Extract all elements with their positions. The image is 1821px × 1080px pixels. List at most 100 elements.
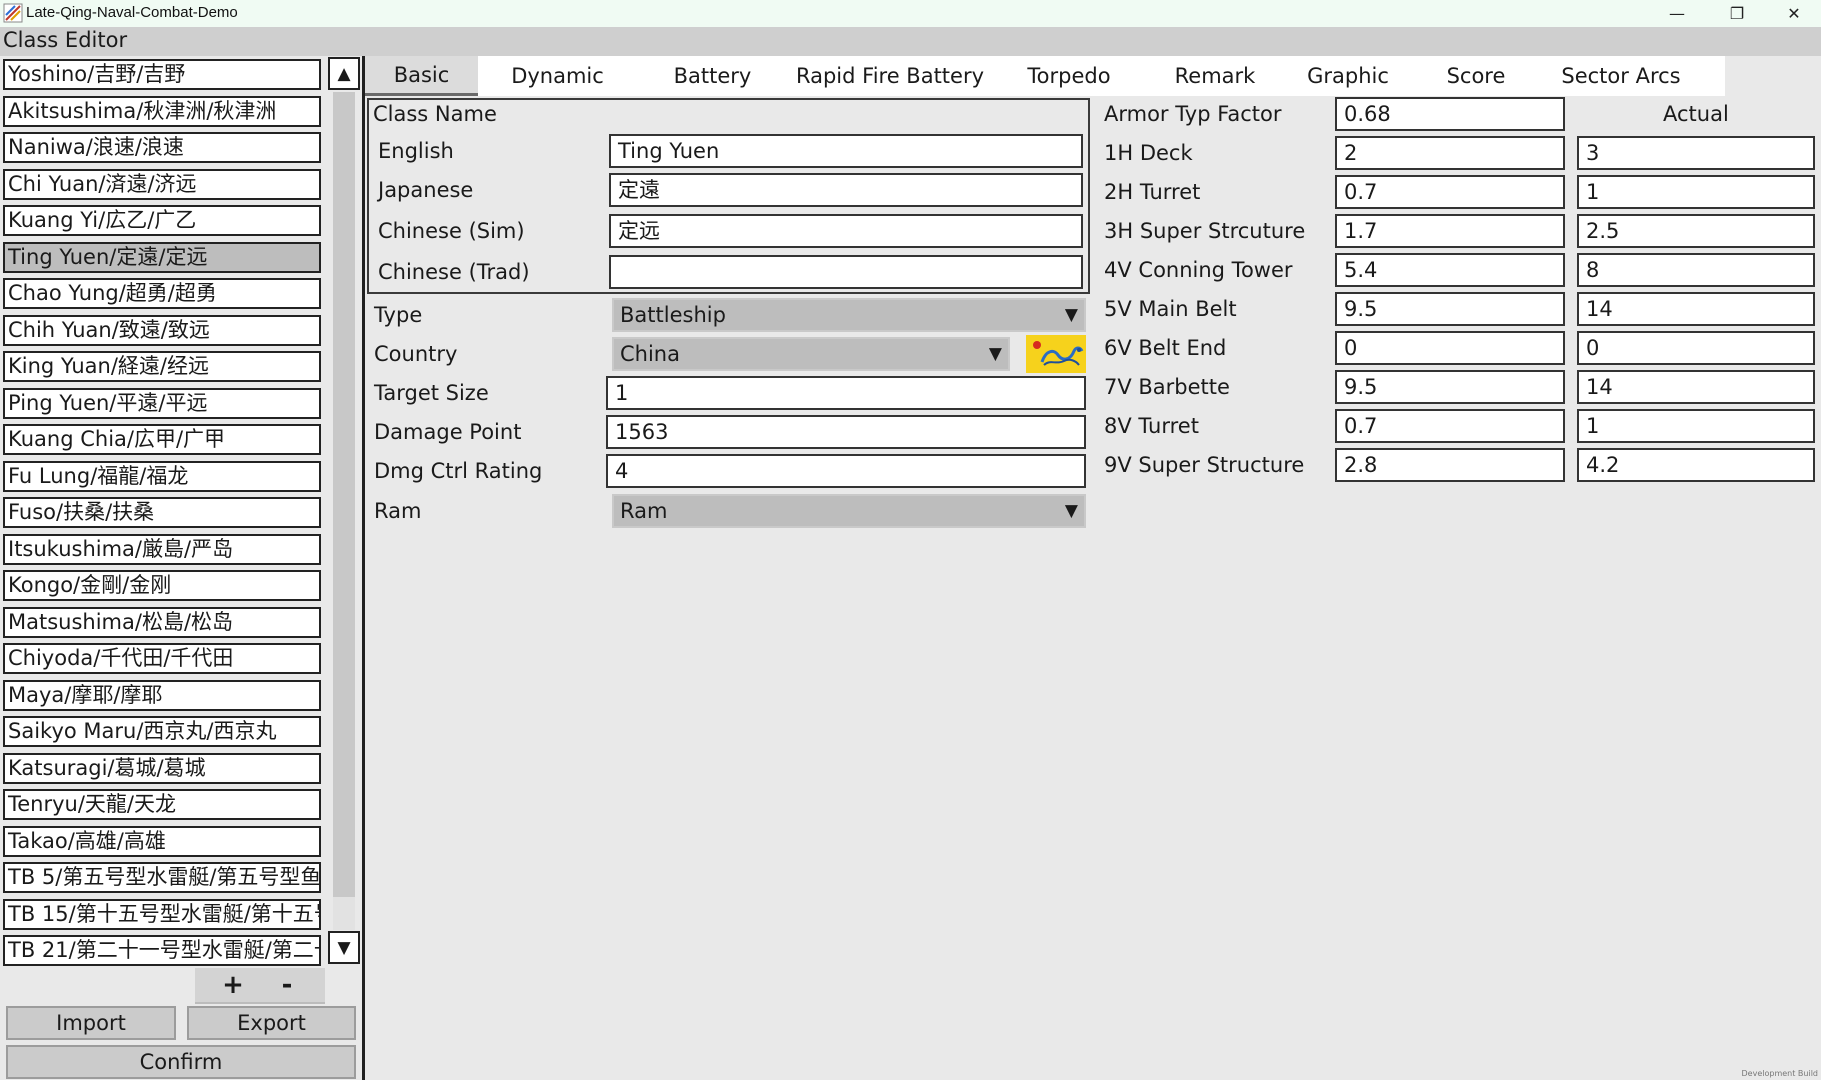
armor-value-field[interactable]: 2 [1335, 136, 1565, 170]
ship-list-item[interactable]: Chi Yuan/済遠/济远 [3, 168, 321, 200]
type-dropdown[interactable]: Battleship ▼ [612, 298, 1086, 332]
ram-label: Ram [374, 499, 422, 523]
ship-list-item[interactable]: Tenryu/天龍/天龙 [3, 789, 321, 820]
ship-list-item[interactable]: Kuang Yi/広乙/广乙 [3, 205, 321, 236]
ship-list-item[interactable]: Ping Yuen/平遠/平远 [3, 387, 321, 419]
armor-value-field[interactable]: 1.7 [1335, 214, 1565, 248]
damage-point-label: Damage Point [374, 420, 522, 444]
armor-value-field[interactable]: 0.7 [1335, 175, 1565, 209]
qing-dragon-flag-icon [1026, 335, 1086, 373]
dmg-ctrl-rating-label: Dmg Ctrl Rating [374, 459, 543, 483]
tab-dynamic[interactable]: Dynamic [485, 56, 630, 96]
tab-bar: Basic Dynamic Battery Rapid Fire Battery… [365, 56, 1725, 96]
export-button[interactable]: Export [187, 1006, 356, 1040]
remove-class-button[interactable]: - [259, 968, 315, 1002]
class-sidebar: Yoshino/吉野/吉野 Akitsushima/秋津洲/秋津洲 Naniwa… [0, 56, 362, 1080]
armor-actual-field[interactable]: 0 [1577, 331, 1815, 365]
confirm-button[interactable]: Confirm [6, 1045, 356, 1079]
ship-class-list[interactable]: Yoshino/吉野/吉野 Akitsushima/秋津洲/秋津洲 Naniwa… [3, 59, 321, 969]
armor-value-field[interactable]: 0 [1335, 331, 1565, 365]
chinese-trad-name-field[interactable] [609, 255, 1083, 289]
ship-list-item[interactable]: TB 21/第二十一号型水雷艇/第二十 [3, 935, 321, 966]
editor-title: Class Editor [3, 28, 128, 52]
add-remove-group: + - [195, 968, 325, 1004]
armor-actual-field[interactable]: 1 [1577, 409, 1815, 443]
armor-row-label: 1H Deck [1104, 141, 1193, 165]
ship-list-item[interactable]: King Yuan/経遠/经远 [3, 351, 321, 382]
scroll-up-button[interactable]: ▲ [328, 57, 360, 90]
ship-list-item[interactable]: Takao/高雄/高雄 [3, 825, 321, 857]
tab-battery[interactable]: Battery [640, 56, 785, 96]
damage-point-field[interactable]: 1563 [606, 415, 1086, 449]
armor-factor-label: Armor Typ Factor [1104, 102, 1282, 126]
english-name-field[interactable]: Ting Yuen [609, 134, 1083, 168]
ship-list-item[interactable]: Chih Yuan/致遠/致远 [3, 314, 321, 346]
armor-row-label: 5V Main Belt [1104, 297, 1237, 321]
window-title: Late-Qing-Naval-Combat-Demo [26, 4, 238, 21]
ship-list-item[interactable]: Kongo/金剛/金刚 [3, 570, 321, 601]
chevron-down-icon: ▼ [988, 344, 1002, 364]
type-dropdown-value: Battleship [620, 303, 726, 327]
ship-list-item-selected[interactable]: Ting Yuen/定遠/定远 [3, 241, 321, 273]
dmg-ctrl-rating-field[interactable]: 4 [606, 454, 1086, 488]
chinese-trad-label: Chinese (Trad) [378, 260, 530, 284]
ship-list-item[interactable]: Itsukushima/厳島/严岛 [3, 533, 321, 565]
ram-dropdown[interactable]: Ram ▼ [612, 494, 1086, 528]
armor-value-field[interactable]: 9.5 [1335, 370, 1565, 404]
ship-list-item[interactable]: Saikyo Maru/西京丸/西京丸 [3, 716, 321, 747]
chinese-sim-name-field[interactable]: 定远 [609, 214, 1083, 248]
ship-list-item[interactable]: Akitsushima/秋津洲/秋津洲 [3, 95, 321, 127]
add-class-button[interactable]: + [205, 968, 261, 1002]
ship-list-item[interactable]: Naniwa/浪速/浪速 [3, 132, 321, 163]
close-button[interactable]: ✕ [1770, 0, 1818, 27]
armor-factor-field[interactable]: 0.68 [1335, 97, 1565, 131]
maximize-button[interactable]: ❐ [1713, 0, 1761, 27]
armor-actual-field[interactable]: 4.2 [1577, 448, 1815, 482]
armor-value-field[interactable]: 5.4 [1335, 253, 1565, 287]
import-button[interactable]: Import [6, 1006, 176, 1040]
ship-list-item[interactable]: Kuang Chia/広甲/广甲 [3, 424, 321, 455]
scroll-down-button[interactable]: ▼ [328, 931, 360, 964]
english-label: English [378, 139, 454, 163]
armor-row-label: 9V Super Structure [1104, 453, 1305, 477]
armor-value-field[interactable]: 0.7 [1335, 409, 1565, 443]
ship-list-item[interactable]: Chao Yung/超勇/超勇 [3, 278, 321, 309]
country-dropdown[interactable]: China ▼ [612, 337, 1010, 371]
japanese-label: Japanese [378, 178, 474, 202]
tab-sector-arcs[interactable]: Sector Arcs [1541, 56, 1701, 96]
list-scrollbar-thumb[interactable] [333, 92, 355, 897]
target-size-field[interactable]: 1 [606, 376, 1086, 410]
ship-list-item[interactable]: Matsushima/松島/松岛 [3, 606, 321, 638]
armor-value-field[interactable]: 9.5 [1335, 292, 1565, 326]
tab-rapid-fire-battery[interactable]: Rapid Fire Battery [785, 56, 995, 96]
ship-list-item[interactable]: Chiyoda/千代田/千代田 [3, 643, 321, 674]
tab-torpedo[interactable]: Torpedo [1003, 56, 1135, 96]
armor-actual-field[interactable]: 3 [1577, 136, 1815, 170]
ship-list-item[interactable]: TB 5/第五号型水雷艇/第五号型鱼雷 [3, 862, 321, 893]
armor-actual-field[interactable]: 2.5 [1577, 214, 1815, 248]
armor-value-field[interactable]: 2.8 [1335, 448, 1565, 482]
armor-actual-field[interactable]: 8 [1577, 253, 1815, 287]
tab-score[interactable]: Score [1411, 56, 1541, 96]
ship-list-item[interactable]: Fuso/扶桑/扶桑 [3, 497, 321, 528]
country-dropdown-value: China [620, 342, 680, 366]
ship-list-item[interactable]: Yoshino/吉野/吉野 [3, 59, 321, 90]
armor-row-label: 7V Barbette [1104, 375, 1230, 399]
list-scrollbar-track[interactable] [333, 92, 355, 930]
ship-list-item[interactable]: Katsuragi/葛城/葛城 [3, 752, 321, 784]
tab-graphic[interactable]: Graphic [1285, 56, 1411, 96]
japanese-name-field[interactable]: 定遠 [609, 173, 1083, 207]
ship-list-item[interactable]: Maya/摩耶/摩耶 [3, 679, 321, 711]
ship-list-item[interactable]: Fu Lung/福龍/福龙 [3, 460, 321, 492]
window-titlebar: Late-Qing-Naval-Combat-Demo — ❐ ✕ [0, 0, 1821, 27]
tab-remark[interactable]: Remark [1145, 56, 1285, 96]
armor-actual-field[interactable]: 14 [1577, 292, 1815, 326]
chevron-down-icon: ▼ [1064, 305, 1078, 325]
armor-actual-field[interactable]: 14 [1577, 370, 1815, 404]
tab-basic[interactable]: Basic [365, 56, 478, 96]
build-watermark: Development Build [1741, 1069, 1818, 1078]
armor-actual-field[interactable]: 1 [1577, 175, 1815, 209]
ship-list-item[interactable]: TB 15/第十五号型水雷艇/第十五号 [3, 898, 321, 930]
app-icon [3, 3, 23, 23]
minimize-button[interactable]: — [1653, 0, 1701, 27]
